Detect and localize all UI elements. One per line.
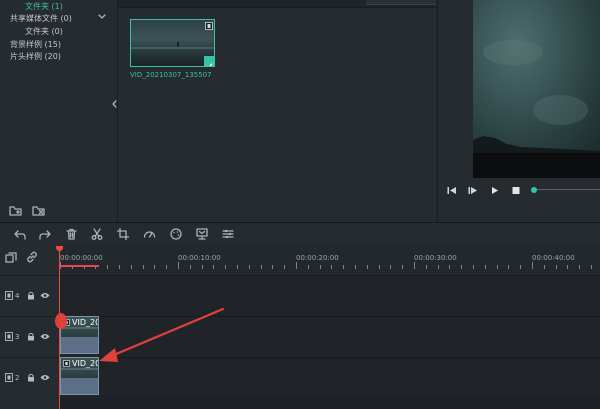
library-item-shared-media[interactable]: 共享媒体文件 (0) — [10, 13, 72, 24]
cut-icon[interactable] — [91, 228, 103, 240]
media-clip-name: VID_20210307_135507 — [130, 71, 212, 79]
green-screen-icon[interactable] — [196, 228, 208, 240]
chevron-down-icon[interactable] — [98, 14, 106, 20]
timeline-clip-track-2[interactable]: VID_20 — [60, 357, 99, 395]
media-toolbar-strip — [118, 0, 436, 8]
lock-icon[interactable] — [27, 291, 35, 300]
library-item-background-samples[interactable]: 背景样例 (15) — [10, 39, 61, 50]
stop-icon[interactable] — [512, 186, 520, 195]
video-track-icon — [5, 332, 13, 341]
eye-icon[interactable] — [40, 374, 50, 381]
track-number: 2 — [15, 374, 20, 382]
track-number: 4 — [15, 292, 20, 300]
playhead-marker-icon[interactable] — [56, 246, 63, 252]
ruler-ticks — [60, 262, 592, 269]
video-clip-icon — [63, 360, 70, 367]
selection-range — [60, 265, 99, 267]
new-folder-icon[interactable] — [9, 205, 23, 217]
lock-icon[interactable] — [27, 373, 35, 382]
eye-icon[interactable] — [40, 292, 50, 299]
selected-check-icon[interactable] — [204, 56, 214, 66]
crop-icon[interactable] — [117, 228, 129, 240]
collapse-panel-icon[interactable] — [112, 100, 117, 108]
undo-icon[interactable] — [14, 229, 26, 240]
play-icon[interactable] — [491, 186, 499, 195]
preview-video[interactable] — [473, 0, 600, 178]
add-track-icon[interactable] — [5, 252, 17, 263]
lock-icon[interactable] — [27, 332, 35, 341]
speed-icon[interactable] — [143, 228, 156, 240]
track-header-column: 4 3 2 — [0, 246, 60, 409]
link-icon[interactable] — [26, 251, 38, 263]
progress-slider-track[interactable] — [537, 189, 600, 190]
track-number: 3 — [15, 333, 20, 341]
search-box-edge[interactable] — [366, 0, 436, 5]
playhead-knob[interactable] — [55, 313, 67, 329]
previous-frame-icon[interactable] — [447, 186, 457, 195]
time-ruler[interactable]: 00:00:00:00 00:00:10:00 00:00:20:00 00:0… — [60, 246, 600, 275]
eye-icon[interactable] — [40, 333, 50, 340]
track-header-3: 3 — [0, 316, 59, 357]
media-thumbnail[interactable] — [130, 19, 215, 67]
folder-remove-icon[interactable] — [32, 205, 46, 217]
video-track-icon — [5, 291, 13, 300]
video-track-icon — [5, 373, 13, 382]
library-item-folder[interactable]: 文件夹 (1) — [25, 1, 63, 12]
color-palette-icon[interactable] — [170, 228, 182, 240]
redo-icon[interactable] — [39, 229, 51, 240]
audio-mixer-icon[interactable] — [222, 228, 234, 240]
next-frame-icon[interactable] — [468, 186, 478, 195]
edit-toolbar — [0, 222, 600, 247]
track-header-2: 2 — [0, 357, 59, 398]
progress-slider-handle[interactable] — [531, 187, 537, 193]
annotation-arrow — [99, 307, 225, 362]
track-header-4: 4 — [0, 275, 59, 316]
library-panel: 文件夹 (1) 共享媒体文件 (0) 文件夹 (0) 背景样例 (15) 片头样… — [0, 0, 118, 222]
video-type-icon — [205, 22, 213, 30]
library-item-intro-samples[interactable]: 片头样例 (20) — [10, 51, 61, 62]
delete-icon[interactable] — [66, 228, 77, 240]
library-item-subfolder[interactable]: 文件夹 (0) — [25, 26, 63, 37]
